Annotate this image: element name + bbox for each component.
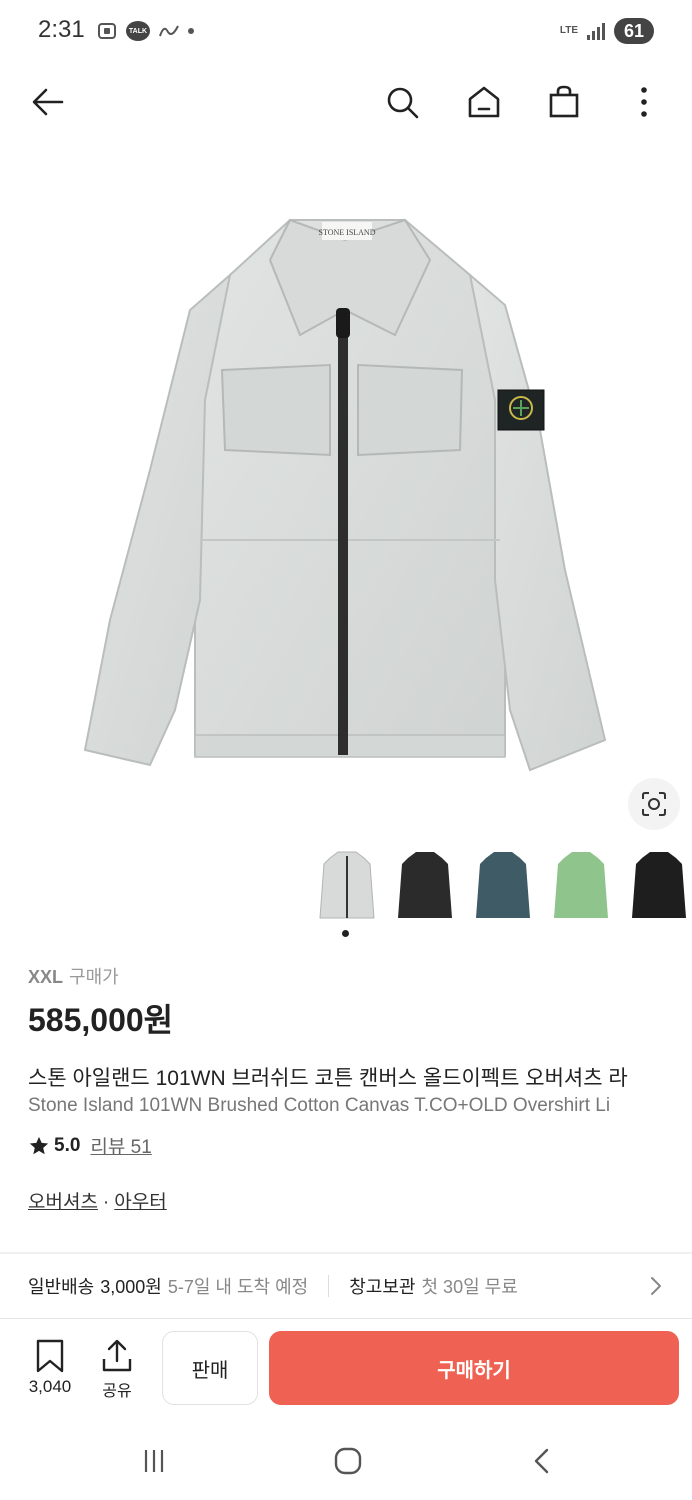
rating-row: 5.0 리뷰 51 [28,1132,152,1159]
product-price: 585,000원 [28,1002,174,1038]
more-notifications-dot [188,28,194,34]
wishlist-button[interactable]: 3,040 [20,1339,80,1403]
collar-label-text: STONE ISLAND [319,228,376,237]
screenshot-icon [98,23,116,39]
home-button[interactable] [462,80,506,124]
purchase-action-bar: 3,040 공유 판매 구매하기 [0,1319,692,1421]
thumbnail-jacket-3 [476,852,530,918]
product-title-ko: 스톤 아일랜드 101WN 브러쉬드 코튼 캔버스 올드이펙트 오버셔츠 라 [28,1067,628,1090]
back-button[interactable] [26,80,70,124]
search-button[interactable] [380,80,424,124]
system-home-button[interactable] [328,1441,368,1481]
home-icon [468,86,500,118]
visual-search-button[interactable] [628,778,680,830]
share-button[interactable]: 공유 [92,1339,142,1403]
price-caption: 구매가 [69,967,119,987]
shipping-date: 5-7일 내 도착 예정 [167,1277,309,1297]
thumbnail-5[interactable] [624,848,692,924]
color-thumbnail-strip [312,848,692,924]
signal-icon [587,23,605,40]
wishlist-count: 3,040 [28,1377,72,1396]
recent-apps-icon [144,1450,164,1472]
category-separator: · [102,1192,110,1213]
more-vertical-icon [641,87,647,117]
rating-value: 5.0 [54,1134,81,1156]
thumbnail-jacket-4 [554,852,608,918]
jacket-illustration: STONE ISLAND [83,218,607,772]
review-link[interactable]: 리뷰 51 [90,1132,151,1159]
arrow-left-icon [32,88,64,116]
category-overshirt-link[interactable]: 오버셔츠 [28,1192,98,1213]
shipping-fee: 3,000원 [100,1277,162,1297]
system-back-button[interactable] [522,1441,562,1481]
sell-button[interactable]: 판매 [162,1331,258,1405]
status-bar: 2:31 TALK LTE 61 [0,0,692,64]
share-label: 공유 [102,1383,132,1400]
storage-label: 창고보관 [349,1277,416,1297]
category-outer-link[interactable]: 아우터 [114,1192,166,1213]
thumbnail-jacket-2 [398,852,452,918]
bookmark-icon [36,1339,64,1373]
lte-indicator: LTE [559,25,578,36]
shopping-bag-icon [549,85,579,118]
system-navigation-bar [0,1421,692,1500]
shipping-info-row[interactable]: 일반배송 3,000원 5-7일 내 도착 예정 창고보관 첫 30일 무료 [0,1254,692,1318]
cart-button[interactable] [542,80,586,124]
category-breadcrumb: 오버셔츠 · 아우터 [28,1187,167,1214]
shipping-separator [328,1275,330,1297]
status-time: 2:31 [38,16,85,43]
more-button[interactable] [622,80,666,124]
thumbnail-4[interactable] [546,848,616,924]
battery-indicator: 61 [614,18,654,44]
size-price-caption: XXL 구매가 [28,963,119,989]
home-circle-icon [334,1447,362,1475]
product-image[interactable]: STONE ISLAND [0,150,692,840]
thumbnail-3[interactable] [468,848,538,924]
share-icon [102,1339,132,1372]
lens-icon [642,792,666,816]
product-title-en: Stone Island 101WN Brushed Cotton Canvas… [28,1095,611,1116]
app-notification-icon [159,25,179,37]
buy-button[interactable]: 구매하기 [269,1331,679,1405]
thumbnail-2[interactable] [390,848,460,924]
storage-note: 첫 30일 무료 [421,1277,518,1297]
chevron-left-icon [534,1448,549,1474]
top-navigation [0,72,692,132]
shipping-label: 일반배송 [28,1277,95,1297]
thumbnail-jacket-5 [632,852,686,918]
recent-apps-button[interactable] [134,1441,174,1481]
selected-thumbnail-indicator [342,930,349,937]
selected-size: XXL [28,967,64,987]
thumbnail-1[interactable] [312,848,382,924]
system-status-icons: LTE 61 [560,18,654,44]
kakaotalk-icon: TALK [126,21,150,41]
search-icon [387,87,419,119]
notification-icons: TALK [96,20,194,42]
thumbnail-jacket-1 [319,851,375,919]
star-icon [29,1136,49,1154]
chevron-right-icon [651,1277,661,1295]
